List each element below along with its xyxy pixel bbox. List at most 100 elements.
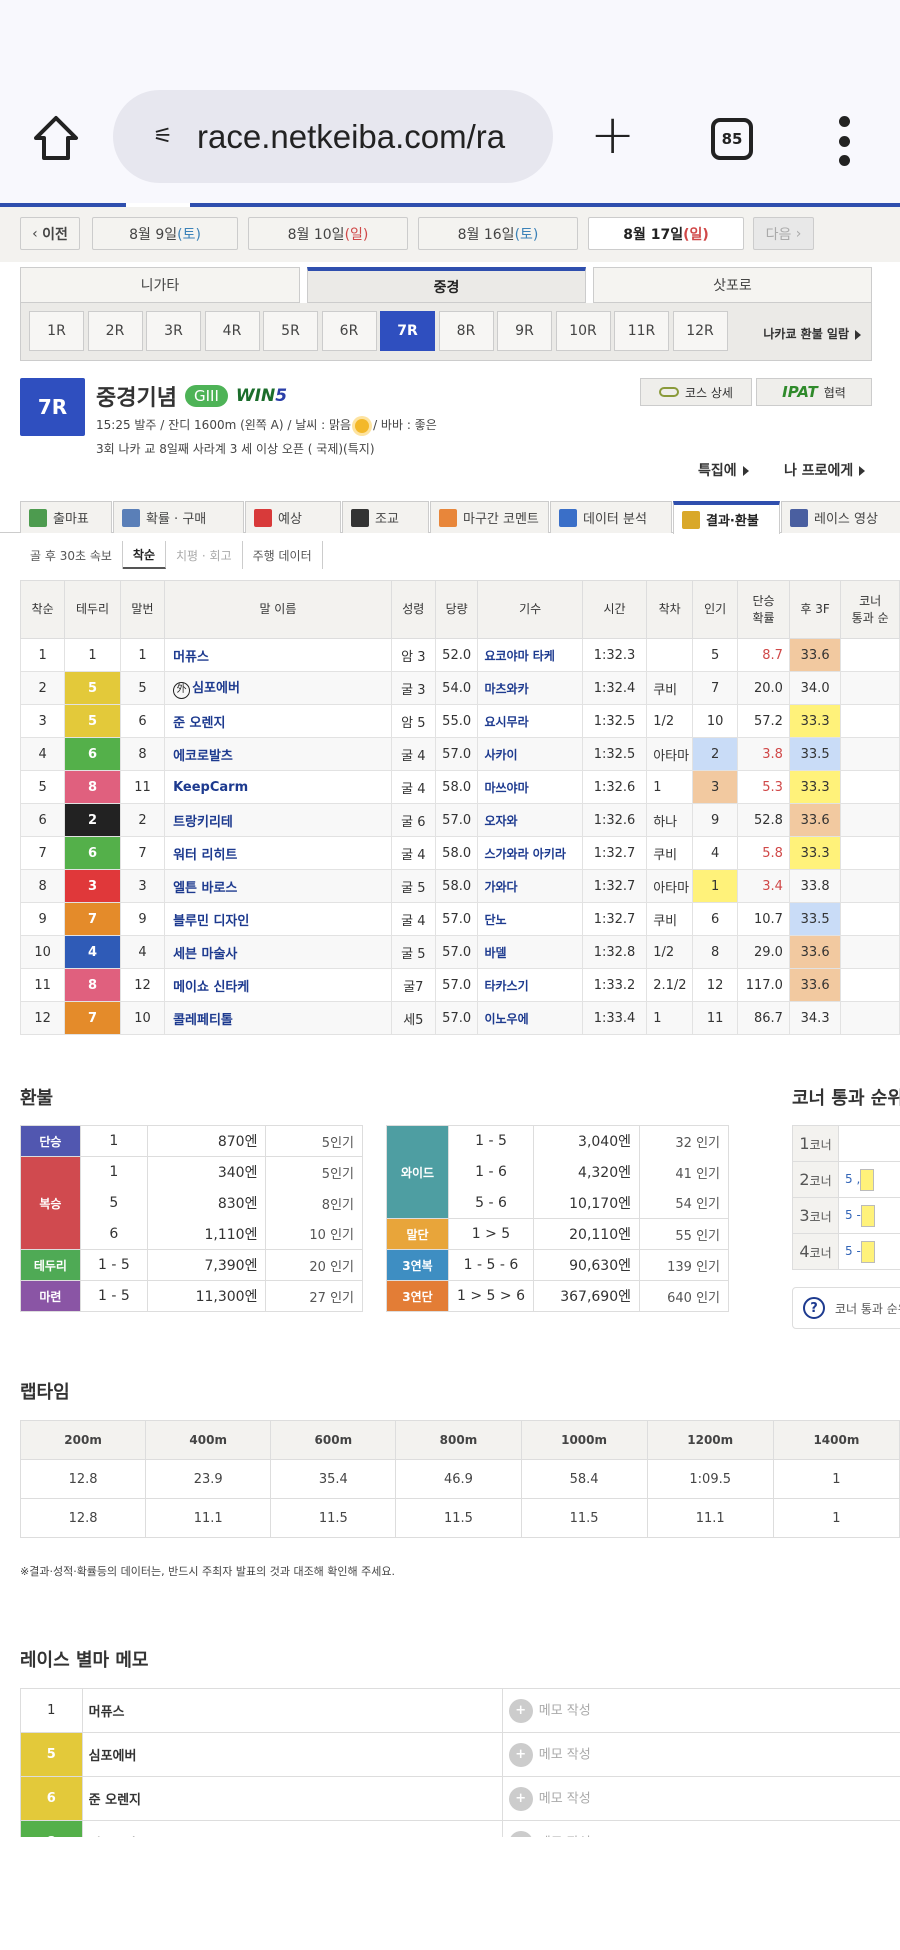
jockey-link[interactable]: 사카이 xyxy=(477,737,583,771)
race-button-6r[interactable]: 6R xyxy=(321,311,377,351)
course-detail-button[interactable]: 코스 상세 xyxy=(640,378,752,406)
time: 1:32.3 xyxy=(581,638,648,672)
home-icon[interactable] xyxy=(30,112,82,164)
horse-name-link[interactable]: 에코로발츠 xyxy=(164,737,392,771)
prev-date-button[interactable]: ‹ 이전 xyxy=(20,217,80,250)
jockey-link[interactable]: 바델 xyxy=(477,935,583,969)
tab-icon xyxy=(29,508,47,527)
jockey-link[interactable]: 요시무라 xyxy=(477,704,583,738)
pro-prediction-link[interactable]: 나 프로에게 xyxy=(784,460,866,480)
lap-split: 12.8 xyxy=(19,1498,147,1538)
race-button-11r[interactable]: 11R xyxy=(614,311,669,351)
main-tab[interactable]: 출마표 xyxy=(20,501,112,533)
frame-number: 6 xyxy=(64,836,121,870)
date-button[interactable]: 8월 17일 (일) xyxy=(588,217,744,250)
race-button-10r[interactable]: 10R xyxy=(555,311,611,351)
add-memo-button[interactable]: +메모 작성 xyxy=(501,1732,900,1777)
race-button-3r[interactable]: 3R xyxy=(146,311,201,351)
date-button[interactable]: 8월 16일 (토) xyxy=(418,217,578,250)
jockey-link[interactable]: 이노우에 xyxy=(477,1001,583,1035)
sub-tab[interactable]: 치평 · 회고 xyxy=(166,541,243,569)
venue-tab[interactable]: 니가타 xyxy=(20,267,300,303)
corner-label: 4코너 xyxy=(792,1233,839,1270)
jockey-link[interactable]: 오자와 xyxy=(477,803,583,837)
ipat-button[interactable]: IPAT 협력 xyxy=(756,378,872,406)
date-button[interactable]: 8월 10일 (일) xyxy=(248,217,408,250)
jockey-link[interactable]: 스가와라 아키라 xyxy=(477,836,583,870)
race-button-5r[interactable]: 5R xyxy=(263,311,318,351)
jockey-link[interactable]: 단노 xyxy=(477,902,583,936)
tab-icon xyxy=(122,508,140,527)
jockey-link[interactable]: 마쓰야마 xyxy=(477,770,583,804)
sub-tab[interactable]: 골 후 30초 속보 xyxy=(20,541,123,569)
jockey-link[interactable]: 요코야마 타케 xyxy=(477,638,583,672)
race-button-9r[interactable]: 9R xyxy=(497,311,552,351)
venue-tab[interactable]: 중경 xyxy=(307,267,586,303)
horse-name-link[interactable]: 콜레페티톨 xyxy=(164,1001,392,1035)
main-tab[interactable]: 조교 xyxy=(342,501,429,533)
add-memo-button[interactable]: +메모 작성 xyxy=(501,1688,900,1733)
jockey-link[interactable]: 마츠와카 xyxy=(477,671,583,705)
payout-popularity: 8인기 xyxy=(265,1187,363,1219)
horse-name-link[interactable]: 블루민 디자인 xyxy=(164,902,392,936)
popularity: 9 xyxy=(692,803,739,837)
tune-icon[interactable]: ⚟ xyxy=(153,124,189,149)
race-button-1r[interactable]: 1R xyxy=(29,311,84,351)
popularity: 2 xyxy=(692,737,739,771)
next-date-button[interactable]: 다음 › xyxy=(753,217,814,250)
address-bar[interactable]: ⚟ race.netkeiba.com/ra xyxy=(113,90,553,183)
new-tab-plus-icon[interactable]: + xyxy=(590,108,635,162)
main-tab[interactable]: 결과·환불 xyxy=(673,501,780,534)
date-nav: ‹ 이전 8월 9일 (토) 8월 10일 (일) 8월 16일 (토) 8월 17일 (일)… xyxy=(0,207,900,262)
corner-positions xyxy=(840,935,900,969)
corner-help-button[interactable]: ?코너 통과 순위 xyxy=(792,1287,900,1329)
horse-name-link[interactable]: 워터 리히트 xyxy=(164,836,392,870)
horse-name-link[interactable]: 엘튼 바로스 xyxy=(164,869,392,903)
race-button-7r[interactable]: 7R xyxy=(380,311,435,351)
main-tab[interactable]: 레이스 영상 xyxy=(781,501,900,533)
sub-tab[interactable]: 주행 데이터 xyxy=(243,541,323,569)
main-tab[interactable]: 데이터 분석 xyxy=(550,501,672,533)
horse-name-link[interactable]: 메이쇼 신타케 xyxy=(164,968,392,1002)
race-button-8r[interactable]: 8R xyxy=(438,311,494,351)
horse-name-link[interactable]: 머퓨스 xyxy=(164,638,392,672)
add-memo-button[interactable]: +메모 작성 xyxy=(501,1820,900,1837)
horse-name-link[interactable]: 준 오렌지 xyxy=(164,704,392,738)
time: 1:32.7 xyxy=(581,836,648,870)
time: 1:33.4 xyxy=(581,1001,648,1035)
tabs-icon[interactable]: 85 xyxy=(711,118,753,160)
jockey-link[interactable]: 타카스기 xyxy=(477,968,583,1002)
venue-tab[interactable]: 삿포로 xyxy=(593,267,872,303)
rank: 6 xyxy=(19,803,66,837)
payout-list-link[interactable]: 나카쿄 환불 일람 xyxy=(763,325,861,342)
add-memo-button[interactable]: +메모 작성 xyxy=(501,1776,900,1821)
horse-number: 12 xyxy=(119,968,166,1002)
race-button-12r[interactable]: 12R xyxy=(672,311,728,351)
lap-distance: 200m xyxy=(19,1420,147,1460)
url-text[interactable]: race.netkeiba.com/ra xyxy=(197,118,505,156)
more-vert-icon[interactable] xyxy=(836,116,852,166)
date-button[interactable]: 8월 9일 (토) xyxy=(92,217,238,250)
main-tab[interactable]: 마구간 코멘트 xyxy=(430,501,549,533)
plus-circle-icon: + xyxy=(508,1742,533,1767)
horse-name-link[interactable]: 外 심포에버 xyxy=(164,671,392,705)
payout-row: 복승 1 340엔 5인기 xyxy=(20,1156,363,1250)
sub-tab[interactable]: 착순 xyxy=(122,541,167,569)
combination: 1 - 5 xyxy=(79,1280,148,1312)
horse-name-link[interactable]: 트랑키리테 xyxy=(164,803,392,837)
payout-popularity: 27 인기 xyxy=(265,1280,363,1312)
weight: 52.0 xyxy=(434,638,479,672)
jockey-link[interactable]: 가와다 xyxy=(477,869,583,903)
memo-row: 5 심포에버 + 메모 작성 xyxy=(20,1732,900,1777)
bet-type-label: 3연단 xyxy=(386,1280,449,1312)
main-tab[interactable]: 예상 xyxy=(245,501,341,533)
race-button-4r[interactable]: 4R xyxy=(204,311,260,351)
horse-name-link[interactable]: KeepCarm xyxy=(164,770,392,804)
horse-name-link[interactable]: 세븐 마술사 xyxy=(164,935,392,969)
payout-row: 3연단 1 > 5 > 6 367,690엔 640 인기 xyxy=(386,1280,729,1312)
special-feature-link[interactable]: 특집에 xyxy=(698,460,749,480)
race-button-2r[interactable]: 2R xyxy=(87,311,143,351)
main-tab[interactable]: 확률 · 구매 xyxy=(113,501,244,533)
win-odds: 29.0 xyxy=(737,935,790,969)
horse-number: 10 xyxy=(119,1001,166,1035)
